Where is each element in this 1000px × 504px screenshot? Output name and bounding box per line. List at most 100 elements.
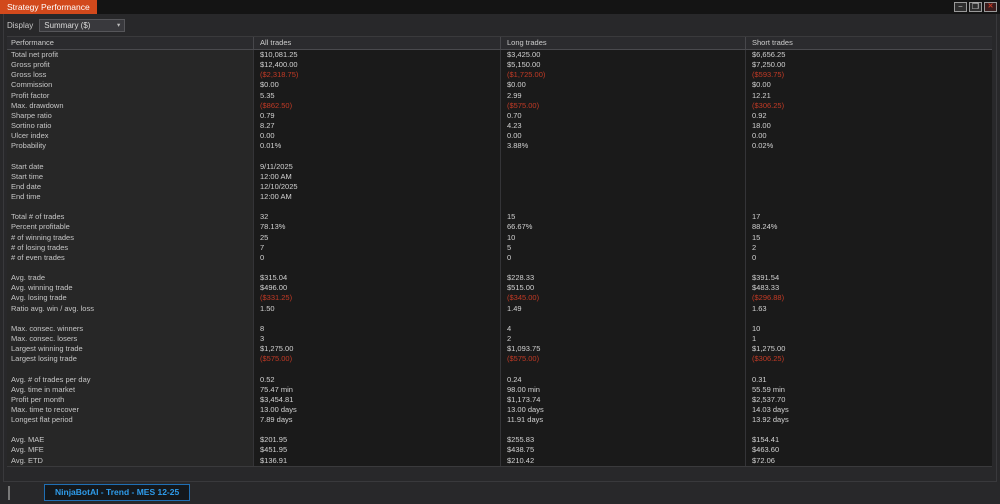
maximize-button[interactable]: ❐ [969, 2, 982, 12]
table-gap-row [7, 425, 992, 435]
cell-long-trades: $255.83 [500, 435, 745, 445]
row-label: Profit factor [7, 91, 253, 101]
cell-all-trades: ($575.00) [253, 354, 500, 364]
cell-all-trades: 13.00 days [253, 405, 500, 415]
cell-long-trades: 0 [500, 253, 745, 263]
cell-long-trades: 3.88% [500, 141, 745, 151]
row-label: Ulcer index [7, 131, 253, 141]
cell-all-trades: ($331.25) [253, 293, 500, 303]
cell-long-trades [500, 192, 745, 202]
cell-short-trades: 0.02% [745, 141, 992, 151]
table-gap-row [7, 314, 992, 324]
cell-short-trades: 1 [745, 334, 992, 344]
tab-strategy[interactable]: NinjaBotAI - Trend - MES 12-25 [44, 484, 190, 501]
table-row: Probability0.01%3.88%0.02% [7, 141, 992, 151]
cell-all-trades: 0.52 [253, 375, 500, 385]
tab-strip: NinjaBotAI - Trend - MES 12-25 [0, 483, 1000, 504]
cell-all-trades [253, 364, 500, 374]
cell-all-trades: 7.89 days [253, 415, 500, 425]
cell-short-trades: 55.59 min [745, 385, 992, 395]
row-label: Max. drawdown [7, 101, 253, 111]
row-label: # of losing trades [7, 243, 253, 253]
cell-long-trades: $1,173.74 [500, 395, 745, 405]
row-label: # of winning trades [7, 233, 253, 243]
cell-short-trades: $1,275.00 [745, 344, 992, 354]
row-label: Probability [7, 141, 253, 151]
row-label: Max. time to recover [7, 405, 253, 415]
table-row: Start date9/11/2025 [7, 162, 992, 172]
row-label [7, 263, 253, 273]
cell-short-trades: 18.00 [745, 121, 992, 131]
cell-short-trades: $6,656.25 [745, 50, 992, 60]
table-row: Avg. MFE$451.95$438.75$463.60 [7, 445, 992, 455]
row-label [7, 151, 253, 161]
cell-long-trades: 98.00 min [500, 385, 745, 395]
cell-all-trades: $1,275.00 [253, 344, 500, 354]
title-bar: Strategy Performance – ❐ ✕ [0, 0, 1000, 14]
table-row: Avg. losing trade($331.25)($345.00)($296… [7, 293, 992, 303]
cell-long-trades: 0.00 [500, 131, 745, 141]
cell-all-trades: 75.47 min [253, 385, 500, 395]
window-title: Strategy Performance [7, 2, 90, 12]
row-label: Total net profit [7, 50, 253, 60]
cell-short-trades: 0.00 [745, 131, 992, 141]
cell-long-trades [500, 263, 745, 273]
row-label: Avg. time in market [7, 385, 253, 395]
row-label: Profit per month [7, 395, 253, 405]
row-label: End time [7, 192, 253, 202]
table-row: # of winning trades251015 [7, 233, 992, 243]
cell-short-trades: 17 [745, 212, 992, 222]
row-label: Largest losing trade [7, 354, 253, 364]
table-row: Total net profit$10,081.25$3,425.00$6,65… [7, 50, 992, 60]
header-performance: Performance [7, 37, 253, 49]
cell-short-trades [745, 425, 992, 435]
cell-short-trades: 13.92 days [745, 415, 992, 425]
minimize-icon: – [959, 3, 963, 10]
cell-long-trades [500, 364, 745, 374]
table-row: Avg. MAE$201.95$255.83$154.41 [7, 435, 992, 445]
cell-all-trades [253, 151, 500, 161]
display-dropdown[interactable]: Summary ($) ▾ [39, 19, 125, 32]
cell-all-trades [253, 314, 500, 324]
cell-short-trades: 0.92 [745, 111, 992, 121]
cell-all-trades: 0 [253, 253, 500, 263]
row-label: Sharpe ratio [7, 111, 253, 121]
cell-all-trades: 5.35 [253, 91, 500, 101]
cell-long-trades [500, 425, 745, 435]
window-title-tab[interactable]: Strategy Performance [0, 0, 97, 14]
row-label: Avg. winning trade [7, 283, 253, 293]
minimize-button[interactable]: – [954, 2, 967, 12]
row-label: Gross profit [7, 60, 253, 70]
cell-long-trades: $515.00 [500, 283, 745, 293]
cell-short-trades: 10 [745, 324, 992, 334]
cell-all-trades: 0.01% [253, 141, 500, 151]
cell-long-trades [500, 202, 745, 212]
table-row: Largest winning trade$1,275.00$1,093.75$… [7, 344, 992, 354]
table-row: Max. time to recover13.00 days13.00 days… [7, 405, 992, 415]
cell-short-trades [745, 202, 992, 212]
close-button[interactable]: ✕ [984, 2, 997, 12]
cell-all-trades [253, 202, 500, 212]
cell-long-trades: 5 [500, 243, 745, 253]
table-row: Gross loss($2,318.75)($1,725.00)($593.75… [7, 70, 992, 80]
cell-all-trades: $136.91 [253, 456, 500, 466]
table-row: Avg. # of trades per day0.520.240.31 [7, 375, 992, 385]
cell-all-trades: 0.79 [253, 111, 500, 121]
cell-all-trades: 0.00 [253, 131, 500, 141]
cell-all-trades: 32 [253, 212, 500, 222]
cell-long-trades: 1.49 [500, 304, 745, 314]
row-label: Commission [7, 80, 253, 90]
cell-short-trades [745, 172, 992, 182]
row-label: Sortino ratio [7, 121, 253, 131]
cell-all-trades: 9/11/2025 [253, 162, 500, 172]
cell-long-trades [500, 314, 745, 324]
row-label: Gross loss [7, 70, 253, 80]
cell-all-trades: $451.95 [253, 445, 500, 455]
table-row: Avg. time in market75.47 min98.00 min55.… [7, 385, 992, 395]
cell-short-trades: 14.03 days [745, 405, 992, 415]
row-label [7, 364, 253, 374]
table-row: Max. drawdown($862.50)($575.00)($306.25) [7, 101, 992, 111]
cell-long-trades: $210.42 [500, 456, 745, 466]
table-row: Avg. winning trade$496.00$515.00$483.33 [7, 283, 992, 293]
row-label: Max. consec. winners [7, 324, 253, 334]
